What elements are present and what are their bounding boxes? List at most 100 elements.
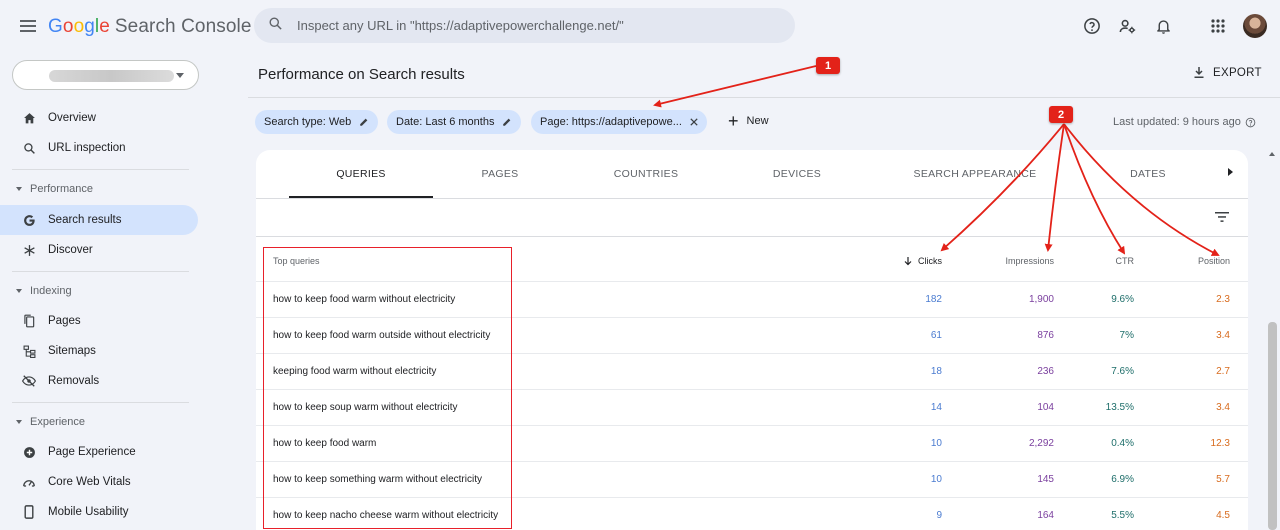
chip-page-filter[interactable]: Page: https://adaptivepowe...: [531, 110, 707, 134]
collapse-triangle-icon: [16, 420, 22, 424]
apps-grid-icon[interactable]: [1207, 15, 1229, 37]
filter-rows-icon[interactable]: [1215, 209, 1229, 227]
new-filter-button[interactable]: + New: [728, 112, 769, 130]
cell-clicks: 9: [936, 510, 942, 521]
sidebar-section-performance[interactable]: Performance: [16, 183, 93, 195]
url-inspect-input[interactable]: [297, 18, 777, 33]
table-filter-bar: [256, 199, 1248, 237]
cell-ctr: 9.6%: [1111, 294, 1134, 305]
google-g-icon: [21, 212, 37, 228]
search-icon: [268, 16, 283, 36]
logo-letter: e: [99, 16, 110, 37]
sidebar-section-label: Performance: [30, 183, 93, 195]
cell-ctr: 7.6%: [1111, 366, 1134, 377]
sidebar-item-sitemaps[interactable]: Sitemaps: [0, 336, 198, 366]
column-header-ctr[interactable]: CTR: [1116, 256, 1135, 266]
edit-pencil-icon[interactable]: [359, 117, 369, 127]
scrollbar-thumb[interactable]: [1268, 322, 1277, 530]
chip-date[interactable]: Date: Last 6 months: [387, 110, 522, 134]
close-icon[interactable]: [690, 118, 698, 126]
tab-pages[interactable]: PAGES: [482, 168, 519, 180]
help-icon[interactable]: [1245, 117, 1256, 128]
gauge-icon: [21, 474, 37, 490]
sitemap-icon: [21, 343, 37, 359]
cell-clicks: 18: [930, 366, 942, 377]
download-icon: [1193, 66, 1205, 79]
sidebar-item-label: Pages: [48, 315, 81, 327]
dimension-tabs: QUERIES PAGES COUNTRIES DEVICES SEARCH A…: [256, 150, 1248, 199]
property-selector[interactable]: [12, 60, 199, 90]
sidebar-item-overview[interactable]: Overview: [0, 103, 198, 133]
column-header-position[interactable]: Position: [1198, 256, 1230, 266]
tab-dates[interactable]: DATES: [1130, 168, 1166, 180]
edit-pencil-icon[interactable]: [502, 117, 512, 127]
chip-label: Date: Last 6 months: [396, 116, 495, 128]
annotation-badge-2: 2: [1049, 106, 1073, 123]
cell-position: 2.3: [1216, 294, 1230, 305]
sidebar-section-indexing[interactable]: Indexing: [16, 285, 72, 297]
column-header-label: Clicks: [918, 256, 942, 266]
sidebar-item-removals[interactable]: Removals: [0, 366, 198, 396]
user-avatar[interactable]: [1243, 14, 1267, 38]
tab-countries[interactable]: COUNTRIES: [614, 168, 679, 180]
notifications-bell-icon[interactable]: [1152, 15, 1174, 37]
sidebar-section-experience[interactable]: Experience: [16, 416, 85, 428]
app-logo[interactable]: Google Search Console: [48, 16, 252, 38]
plus-circle-icon: [21, 444, 37, 460]
sidebar-item-core-web-vitals[interactable]: Core Web Vitals: [0, 467, 198, 497]
cell-impressions: 1,900: [1028, 294, 1054, 305]
top-bar: Google Search Console: [0, 0, 1280, 52]
tab-queries[interactable]: QUERIES: [336, 168, 385, 180]
cell-position: 4.5: [1216, 510, 1230, 521]
help-icon[interactable]: [1081, 15, 1103, 37]
collapse-triangle-icon: [16, 289, 22, 293]
property-name-blurred: [49, 70, 174, 82]
removals-icon: [21, 373, 37, 389]
cell-position: 3.4: [1216, 402, 1230, 413]
sidebar-item-label: Core Web Vitals: [48, 476, 131, 488]
logo-letter: G: [48, 16, 63, 37]
sidebar-item-pages[interactable]: Pages: [0, 306, 198, 336]
logo-letter: o: [62, 16, 74, 37]
tab-devices[interactable]: DEVICES: [773, 168, 821, 180]
manage-users-icon[interactable]: [1116, 15, 1138, 37]
column-header-clicks[interactable]: Clicks: [904, 256, 942, 266]
cell-ctr: 6.9%: [1111, 474, 1134, 485]
last-updated-text: Last updated: 9 hours ago: [1113, 116, 1241, 128]
cell-impressions: 236: [1037, 366, 1054, 377]
phone-icon: [21, 504, 37, 520]
sidebar: Overview URL inspection Performance Sear…: [0, 52, 210, 530]
chevron-right-icon[interactable]: [1228, 168, 1233, 176]
sidebar-item-mobile-usability[interactable]: Mobile Usability: [0, 497, 198, 527]
sidebar-item-page-experience[interactable]: Page Experience: [0, 437, 198, 467]
cell-impressions: 164: [1037, 510, 1054, 521]
cell-impressions: 876: [1037, 330, 1054, 341]
cell-clicks: 10: [930, 474, 942, 485]
annotation-highlight-box: [263, 247, 512, 529]
main-menu-icon[interactable]: [16, 14, 40, 38]
cell-ctr: 7%: [1119, 330, 1134, 341]
chip-search-type[interactable]: Search type: Web: [255, 110, 379, 134]
sidebar-item-label: Search results: [48, 214, 122, 226]
tab-search-appearance[interactable]: SEARCH APPEARANCE: [914, 168, 1037, 180]
sidebar-divider: [12, 402, 189, 403]
cell-ctr: 13.5%: [1105, 402, 1134, 413]
home-icon: [21, 110, 37, 126]
annotation-badge-1: 1: [816, 57, 840, 74]
column-header-impressions[interactable]: Impressions: [1005, 256, 1054, 266]
cell-clicks: 182: [925, 294, 942, 305]
chevron-down-icon: [176, 73, 184, 78]
cell-clicks: 61: [930, 330, 942, 341]
logo-letter: o: [73, 16, 85, 37]
cell-position: 2.7: [1216, 366, 1230, 377]
url-inspect-search[interactable]: [254, 8, 795, 43]
export-button[interactable]: EXPORT: [1193, 66, 1262, 79]
sidebar-item-url-inspection[interactable]: URL inspection: [0, 133, 198, 163]
sidebar-divider: [12, 169, 189, 170]
cell-impressions: 145: [1037, 474, 1054, 485]
sidebar-item-search-results[interactable]: Search results: [0, 205, 198, 235]
sidebar-item-discover[interactable]: Discover: [0, 235, 198, 265]
sort-arrow-down-icon: [904, 256, 912, 266]
collapse-triangle-icon: [16, 187, 22, 191]
scroll-up-arrow-icon[interactable]: [1269, 152, 1275, 156]
